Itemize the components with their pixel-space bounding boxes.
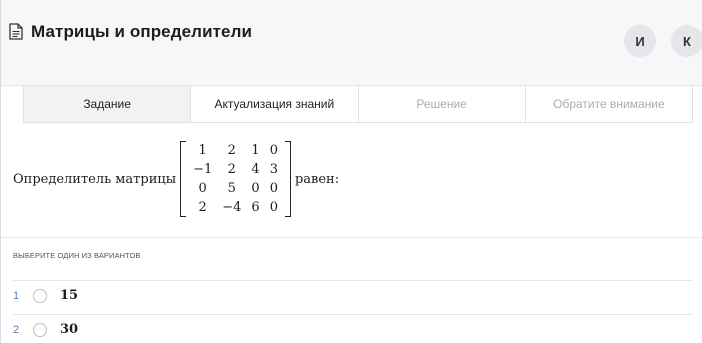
tab-solution[interactable]: Решение (359, 86, 526, 122)
radio-button[interactable] (33, 322, 47, 337)
matrix-cell: −1 (193, 162, 213, 177)
radio-button[interactable] (33, 288, 47, 303)
matrix-cell: 0 (269, 181, 278, 196)
task-tabs: Задание Актуализация знаний Решение Обра… (23, 86, 693, 123)
matrix-cell: 4 (251, 162, 260, 177)
tab-knowledge-update[interactable]: Актуализация знаний (191, 86, 359, 122)
answer-hint: ВЫБЕРИТЕ ОДИН ИЗ ВАРИАНТОВ (13, 251, 141, 260)
matrix-cell: 3 (269, 162, 278, 177)
matrix-cell: 0 (269, 143, 278, 158)
tab-task[interactable]: Задание (24, 86, 192, 122)
avatar[interactable]: И (624, 25, 656, 57)
matrix-cell: 0 (198, 181, 207, 196)
option-number: 2 (13, 323, 20, 336)
option-value: 30 (60, 322, 79, 337)
matrix: 1 2 1 0 −1 2 4 3 0 5 0 0 2 −4 6 0 (180, 141, 291, 217)
divider (1, 237, 702, 238)
matrix-cell: 2 (198, 200, 207, 215)
question-prefix: Определитель матрицы (13, 171, 177, 187)
avatar[interactable]: К (671, 25, 702, 57)
matrix-cell: 2 (227, 162, 236, 177)
option-value: 15 (60, 288, 79, 303)
task-header: Матрицы и определители И К (1, 0, 702, 86)
document-icon (9, 23, 23, 40)
page-title: Матрицы и определители (31, 22, 253, 41)
matrix-table: 1 2 1 0 −1 2 4 3 0 5 0 0 2 −4 6 0 (188, 141, 283, 217)
matrix-cell: 1 (198, 143, 207, 158)
matrix-cell: 1 (251, 143, 260, 158)
task-panel: Матрицы и определители И К Задание Актуа… (0, 0, 702, 343)
matrix-cell: 0 (269, 200, 278, 215)
tab-attention[interactable]: Обратите внимание (526, 86, 692, 122)
question-text: Определитель матрицы 1 2 1 0 −1 2 4 3 0 (13, 137, 339, 221)
option-number: 1 (13, 289, 20, 302)
question-suffix: равен: (294, 171, 340, 187)
answer-option[interactable]: 1 15 (13, 280, 693, 310)
matrix-cell: 6 (251, 200, 260, 215)
matrix-left-bracket (180, 141, 187, 217)
matrix-cell: 0 (251, 181, 260, 196)
matrix-cell: 5 (227, 181, 236, 196)
matrix-right-bracket (284, 141, 291, 217)
answer-option[interactable]: 2 30 (13, 314, 693, 343)
matrix-cell: 2 (227, 143, 236, 158)
matrix-cell: −4 (222, 200, 242, 215)
